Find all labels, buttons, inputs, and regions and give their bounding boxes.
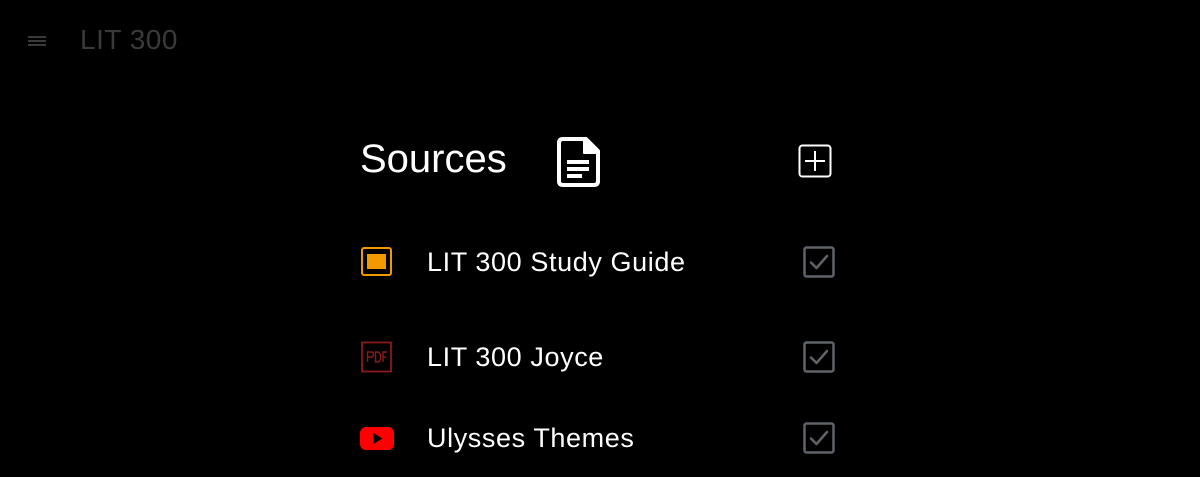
checkbox-checked-icon xyxy=(803,246,835,278)
source-checkbox[interactable] xyxy=(803,246,835,278)
source-checkbox[interactable] xyxy=(803,422,835,454)
app-title: LIT 300 xyxy=(80,24,178,55)
source-item-label[interactable]: LIT 300 Joyce xyxy=(427,341,604,373)
source-checkbox[interactable] xyxy=(803,341,835,373)
slides-icon xyxy=(360,246,394,278)
sources-heading: Sources xyxy=(360,137,507,181)
checkbox-checked-icon xyxy=(803,422,835,454)
document-icon xyxy=(557,136,603,188)
add-box-icon xyxy=(798,144,832,178)
top-app-bar: LIT 300 xyxy=(0,0,1200,82)
pdf-icon xyxy=(360,341,394,373)
source-item-label[interactable]: LIT 300 Study Guide xyxy=(427,246,686,278)
source-item-ulysses-themes[interactable]: Ulysses Themes xyxy=(360,414,840,462)
youtube-icon xyxy=(360,422,394,454)
sources-panel: Sources LIT 300 Study Guide LIT 300 Joyc… xyxy=(360,126,840,477)
add-source-button[interactable] xyxy=(798,144,832,178)
source-item-joyce[interactable]: LIT 300 Joyce xyxy=(360,333,840,381)
checkbox-checked-icon xyxy=(803,341,835,373)
source-item-label[interactable]: Ulysses Themes xyxy=(427,422,634,454)
hamburger-menu-icon[interactable] xyxy=(26,30,48,52)
source-item-study-guide[interactable]: LIT 300 Study Guide xyxy=(360,238,840,286)
